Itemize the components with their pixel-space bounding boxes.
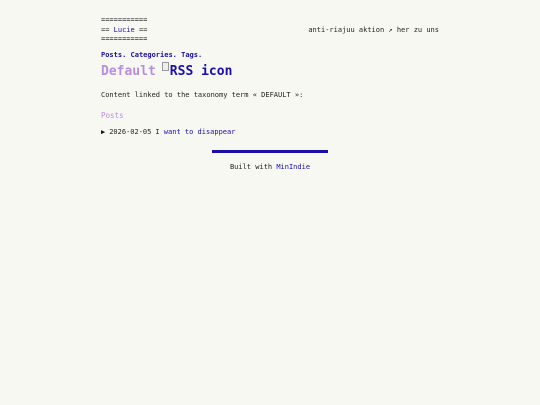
post-date: 2026-02-05 [109,128,152,136]
site-header: =========== == Lucie == =========== anti… [101,16,439,43]
rss-link[interactable]: RSS icon [161,62,233,79]
list-item: ▶ 2026-02-05 I want to disappear [101,128,439,136]
footer-theme-link[interactable]: MinIndie [276,163,310,171]
nav-item-tags[interactable]: Tags [181,51,198,59]
brand-rule-top: =========== [101,16,148,24]
brand-suffix: == [134,25,148,34]
title-row: Default RSS icon [101,62,439,82]
nav-end: . [197,51,203,59]
bullet-arrow-icon: ▶ [101,128,106,136]
post-title-link[interactable]: I want to disappear [155,128,235,136]
site-tagline: anti-riajuu aktion ↗ her zu uns [308,26,439,34]
nav-item-posts[interactable]: Posts [101,51,122,59]
page-title: Default [101,64,156,79]
footer-divider [212,150,328,153]
page-container: =========== == Lucie == =========== anti… [101,16,439,136]
main-nav: Posts. Categories. Tags. [101,51,439,59]
rss-icon [161,62,169,71]
site-footer: Built with MinIndie [0,163,540,171]
brand-prefix: == [101,25,114,34]
footer-built-with: Built with [229,163,273,171]
posts-section-title: Posts [101,111,124,120]
taxonomy-intro: Content linked to the taxonomy term « DE… [101,91,304,99]
post-list: ▶ 2026-02-05 I want to disappear [101,128,439,136]
nav-separator: . [122,51,127,59]
brand-name-link[interactable]: Lucie [114,26,135,34]
nav-item-categories[interactable]: Categories [131,51,173,59]
rss-icon-alt-text: RSS icon [169,64,233,79]
nav-separator: . [172,51,177,59]
brand-rule-bottom: =========== [101,35,148,43]
